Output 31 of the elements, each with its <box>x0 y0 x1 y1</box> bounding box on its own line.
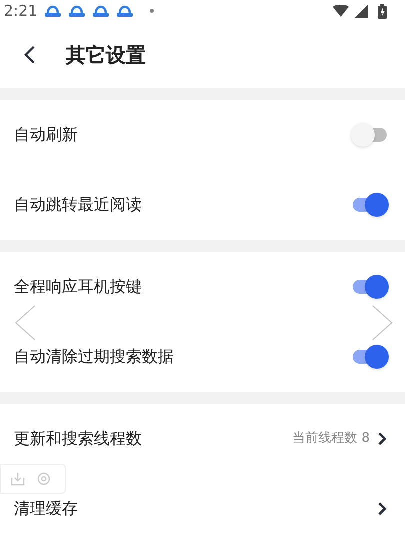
back-icon <box>24 45 36 65</box>
settings-row[interactable]: 自动跳转最近阅读 <box>0 170 405 240</box>
setting-label: 自动跳转最近阅读 <box>14 194 142 216</box>
setting-label: 全程响应耳机按键 <box>14 276 142 298</box>
setting-label: 更新和搜索线程数 <box>14 428 142 450</box>
status-time: 2:21 <box>4 0 38 22</box>
toggle-switch[interactable] <box>351 193 389 217</box>
settings-row[interactable]: 清理缓存 <box>0 474 405 544</box>
page-title: 其它设置 <box>66 42 146 69</box>
battery-icon <box>378 4 387 18</box>
notification-icon <box>116 4 134 18</box>
setting-value: 当前线程数 8 <box>292 430 370 448</box>
notification-icon <box>44 4 62 18</box>
toggle-switch[interactable] <box>351 275 389 299</box>
toggle-switch[interactable] <box>351 345 389 369</box>
settings-row[interactable]: 自动刷新 <box>0 100 405 170</box>
signal-icon <box>355 4 368 18</box>
setting-label: 清理缓存 <box>14 498 78 520</box>
settings-row[interactable]: 自动清除过期搜索数据 <box>0 322 405 392</box>
settings-row[interactable]: 全程响应耳机按键 <box>0 252 405 322</box>
wifi-icon <box>333 5 349 17</box>
settings-row[interactable]: 更新和搜索线程数 当前线程数 8 <box>0 404 405 474</box>
settings-icon[interactable] <box>37 472 51 486</box>
setting-label: 自动刷新 <box>14 124 78 146</box>
notification-icon <box>92 4 110 18</box>
setting-label: 自动清除过期搜索数据 <box>14 346 174 368</box>
chevron-right-icon <box>378 502 387 516</box>
download-icon[interactable] <box>11 472 25 486</box>
notification-icon <box>68 4 86 18</box>
chevron-right-icon <box>378 432 387 446</box>
toggle-switch[interactable] <box>351 123 389 147</box>
